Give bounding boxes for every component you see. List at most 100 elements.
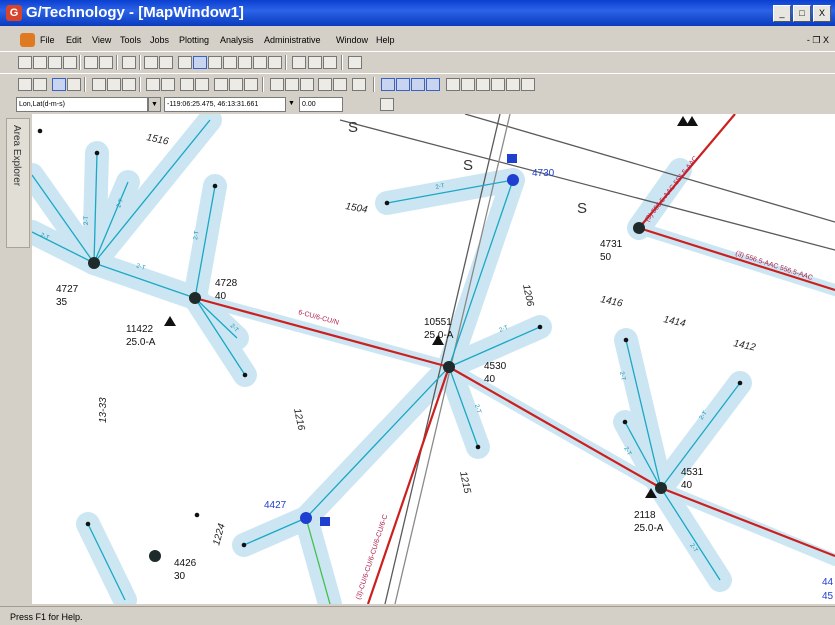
select-set-icon[interactable] [67, 78, 81, 91]
pole-4531[interactable] [655, 482, 667, 494]
place-dropdown-icon[interactable] [244, 78, 258, 91]
place-icon[interactable] [229, 78, 243, 91]
grid-icon[interactable] [333, 78, 347, 91]
pan-icon[interactable] [223, 56, 237, 69]
feature-sub: 30 [174, 571, 186, 582]
refresh-icon[interactable] [292, 56, 306, 69]
save-icon[interactable] [48, 56, 62, 69]
point-icon[interactable] [491, 78, 505, 91]
chevron-down-icon[interactable]: ▼ [148, 97, 161, 112]
service-point[interactable] [475, 444, 481, 450]
feature-id: 4530 [484, 361, 507, 372]
trace-icon[interactable] [270, 78, 284, 91]
curve-icon[interactable] [476, 78, 490, 91]
service-point[interactable] [194, 512, 200, 518]
service-point[interactable] [622, 419, 628, 425]
mdi-controls[interactable]: - ❐ X [807, 35, 829, 46]
area-explorer-tab[interactable]: Area Explorer [6, 118, 30, 248]
menu-tools[interactable]: Tools [120, 35, 141, 45]
document-icon[interactable] [20, 33, 35, 47]
device-4730[interactable] [507, 174, 519, 186]
service-point[interactable] [241, 542, 247, 548]
menu-window[interactable]: Window [336, 35, 368, 45]
pole-4731[interactable] [633, 222, 645, 234]
transformer-icon[interactable] [164, 316, 176, 326]
zoom-out-icon[interactable] [208, 56, 222, 69]
print-icon[interactable] [84, 56, 98, 69]
redline-icon[interactable] [161, 78, 175, 91]
draw-arc-icon[interactable] [396, 78, 410, 91]
draw-polygon-icon[interactable] [411, 78, 425, 91]
node-icon[interactable] [506, 78, 520, 91]
close-button[interactable]: X [813, 5, 831, 22]
service-point[interactable] [537, 324, 543, 330]
menu-help[interactable]: Help [376, 35, 395, 45]
map-tool-icon[interactable] [380, 98, 394, 111]
copy-icon[interactable] [144, 56, 158, 69]
locate-icon[interactable] [348, 56, 362, 69]
dash-icon[interactable] [521, 78, 535, 91]
pole-4728[interactable] [189, 292, 201, 304]
print-preview-icon[interactable] [99, 56, 113, 69]
menu-jobs[interactable]: Jobs [150, 35, 169, 45]
annotation-icon[interactable] [180, 78, 194, 91]
service-point[interactable] [242, 372, 248, 378]
menu-file[interactable]: File [40, 35, 55, 45]
cursor-position-field[interactable]: -119:06:25.475, 46:13:31.661 [164, 97, 286, 112]
zoom-window-icon[interactable] [193, 56, 207, 69]
pole-4426[interactable] [149, 550, 161, 562]
next-view-icon[interactable] [268, 56, 282, 69]
menu-analysis[interactable]: Analysis [220, 35, 254, 45]
chevron-down-icon[interactable]: ▼ [286, 97, 297, 110]
menu-edit[interactable]: Edit [66, 35, 82, 45]
draw-line-icon[interactable] [381, 78, 395, 91]
layer-icon[interactable] [92, 78, 106, 91]
new-icon[interactable] [18, 56, 32, 69]
pole-4530[interactable] [443, 361, 455, 373]
service-point[interactable] [37, 128, 43, 134]
open-icon[interactable] [33, 56, 47, 69]
minimize-button[interactable]: _ [773, 5, 791, 22]
device-4427[interactable] [300, 512, 312, 524]
select-icon[interactable] [18, 78, 32, 91]
trace-up-icon[interactable] [285, 78, 299, 91]
service-point[interactable] [94, 150, 100, 156]
properties-icon[interactable] [323, 56, 337, 69]
symbol-icon[interactable] [214, 78, 228, 91]
coordinate-system-select[interactable]: Lon,Lat(d-m-s) [16, 97, 148, 112]
menu-plotting[interactable]: Plotting [179, 35, 209, 45]
select-feature-icon[interactable] [52, 78, 66, 91]
zoom-in-icon[interactable] [178, 56, 192, 69]
service-point[interactable] [737, 380, 743, 386]
service-point[interactable] [212, 183, 218, 189]
snap-icon[interactable] [318, 78, 332, 91]
cut-icon[interactable] [122, 56, 136, 69]
menu-administrative[interactable]: Administrative [264, 35, 321, 45]
service-point[interactable] [623, 337, 629, 343]
select-mode-icon[interactable] [33, 78, 47, 91]
app-icon: G [6, 5, 22, 21]
save-all-icon[interactable] [63, 56, 77, 69]
previous-view-icon[interactable] [253, 56, 267, 69]
service-point[interactable] [85, 521, 91, 527]
trace-down-icon[interactable] [300, 78, 314, 91]
legend-dropdown-icon[interactable] [122, 78, 136, 91]
map-window[interactable]: S S S 4727 35 4728 40 4530 40 4531 40 47… [32, 114, 835, 604]
measure-icon[interactable] [146, 78, 160, 91]
maximize-button[interactable]: □ [793, 5, 811, 22]
map-canvas[interactable]: S S S 4727 35 4728 40 4530 40 4531 40 47… [32, 114, 835, 604]
text-icon[interactable] [195, 78, 209, 91]
circle-icon[interactable] [352, 78, 366, 91]
arc-style-icon[interactable] [461, 78, 475, 91]
paste-icon[interactable] [159, 56, 173, 69]
value-field[interactable]: 0.00 [299, 97, 343, 112]
pole-4727[interactable] [88, 257, 100, 269]
draw-shape-icon[interactable] [426, 78, 440, 91]
menu-view[interactable]: View [92, 35, 111, 45]
line-style-icon[interactable] [446, 78, 460, 91]
fit-all-icon[interactable] [238, 56, 252, 69]
transformer-icon[interactable] [686, 116, 698, 126]
whats-this-icon[interactable] [308, 56, 322, 69]
service-point[interactable] [384, 200, 390, 206]
legend-icon[interactable] [107, 78, 121, 91]
